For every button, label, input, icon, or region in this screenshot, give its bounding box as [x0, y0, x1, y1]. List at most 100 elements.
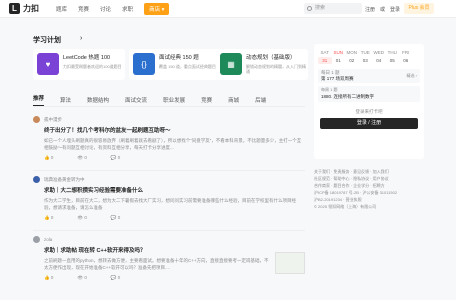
- checkin-note: 登录来打卡吧: [355, 109, 383, 114]
- study-plan-card-top150[interactable]: {} 面试经典 150 题 覆盖 150 道，重点面试经典题目: [129, 49, 221, 80]
- post-stats: 👍 0 👁 0 💬 0: [44, 275, 305, 281]
- tab-store[interactable]: 商城: [228, 96, 239, 104]
- nav-item-discuss[interactable]: 讨论: [100, 5, 111, 13]
- plan-name: 面试经典 150 题: [159, 55, 199, 61]
- tab-contest[interactable]: 竞赛: [201, 96, 212, 104]
- calendar-day[interactable]: 06: [399, 57, 413, 64]
- study-plan-card-hot100[interactable]: ♥ LeetCode 热题 100 力扣最受刷题者欢迎的100道题目: [33, 49, 125, 80]
- comment-icon[interactable]: 💬 0: [111, 155, 132, 161]
- view-icon: 👁 0: [77, 215, 87, 220]
- main-nav: 题库 竞赛 讨论 求职 商店 ▾: [56, 0, 180, 18]
- weekday: SAT: [320, 50, 329, 55]
- login-link[interactable]: 登录: [390, 6, 400, 13]
- heart-icon: ♥: [37, 53, 59, 75]
- plan-desc: 力扣最受刷题者欢迎的100道题目: [63, 64, 122, 69]
- auth-links: 注册 或 登录: [365, 0, 405, 18]
- daily-problem-card[interactable]: 每日 1 题 第 177 场双周赛 精选 ›: [318, 69, 420, 83]
- view-icon: 👁 0: [77, 155, 87, 160]
- tab-algorithm[interactable]: 算法: [60, 96, 71, 104]
- login-button[interactable]: 登录 / 注册: [320, 118, 418, 129]
- post-divider: [33, 170, 305, 171]
- tab-recommend[interactable]: 推荐: [33, 94, 45, 106]
- avatar[interactable]: [33, 236, 40, 243]
- post-author[interactable]: 孤中漫步: [44, 117, 62, 123]
- register-link[interactable]: 注册: [365, 6, 375, 13]
- footer-line[interactable]: 社区规范 · 帮助中心 · 隐私协议 · 用户协议: [314, 175, 424, 182]
- search-icon: [307, 6, 312, 11]
- search-input[interactable]: 搜索: [304, 3, 362, 14]
- plan-name: 动态规划（基础版）: [246, 55, 296, 61]
- post-body: 如已一个人埋头刷题真的很容易放弃（刷着刷着就去看剧了），所以想找个“同盘学友”，…: [44, 138, 302, 150]
- post-stats: 👍 0 👁 0 💬 0: [44, 155, 305, 161]
- avatar[interactable]: [33, 176, 40, 183]
- weekday: MON: [346, 50, 358, 55]
- post-thumbnail[interactable]: [275, 252, 305, 274]
- comment-icon[interactable]: 💬 0: [111, 215, 132, 221]
- chevron-right-icon[interactable]: ›: [80, 35, 82, 42]
- calendar-day[interactable]: 01: [332, 57, 346, 64]
- footer-line: 沪ICP备 18019787 号-2B · 沪公安备 31011502: [314, 190, 398, 195]
- daily-checkin-panel: SAT SUN MON TUE WED THU FRI 31 01 02 03 …: [314, 44, 424, 159]
- top-navigation-bar: L 力扣 题库 竞赛 讨论 求职 商店 ▾ 搜索 注册 或 登录 Plus 会员: [0, 0, 456, 18]
- calendar-day[interactable]: 31: [318, 57, 332, 64]
- view-icon: 👁 0: [77, 275, 87, 280]
- logo-text: 力扣: [23, 4, 39, 13]
- nav-item-problems[interactable]: 题库: [56, 5, 67, 13]
- post-body: 之前刷题一直用的python，想转去做方便，主要看面试。想要准备十年的C++方向…: [44, 258, 269, 270]
- like-icon[interactable]: 👍 0: [44, 155, 65, 161]
- list-item[interactable]: zola 求助｜求助帖 现在转 C++软开来得及吗？ 之前刷题一直用的pytho…: [33, 236, 305, 281]
- list-item[interactable]: 瑞典准备黄金转为中 求助｜大二想积攒实习经验需要准备什么 作为大二学生，目前在大…: [33, 176, 305, 221]
- calendar-day[interactable]: 03: [359, 57, 373, 64]
- daily-link[interactable]: 精选 ›: [407, 73, 417, 79]
- post-body: 作为大二学生，目前在大二，想为大二下暑假去找大厂实习，想问问实习前需要准备哪些什…: [44, 198, 296, 210]
- feed-tabs: 推荐 算法 数据结构 面试交流 职业发展 竞赛 商城 后端: [33, 94, 282, 106]
- daily-problem[interactable]: 第 177 场双周赛: [321, 76, 354, 82]
- post-author[interactable]: 瑞典准备黄金转为中: [44, 177, 85, 183]
- comment-icon[interactable]: 💬 0: [111, 275, 132, 281]
- like-icon[interactable]: 👍 0: [44, 215, 65, 221]
- tab-interview[interactable]: 面试交流: [125, 96, 147, 104]
- plan-name: LeetCode 热题 100: [63, 55, 111, 61]
- plus-member-button[interactable]: Plus 会员: [404, 3, 434, 14]
- tab-career[interactable]: 职业发展: [163, 96, 185, 104]
- footer-line: © 2025 领扣网络（上海）有限公司: [314, 204, 377, 209]
- nav-item-store[interactable]: 商店 ▾: [144, 3, 170, 15]
- search-placeholder: 搜索: [315, 5, 326, 11]
- calendar-day[interactable]: 05: [386, 57, 400, 64]
- weekly-problem-card[interactable]: 每周 1 题 1880. 连接所有二进制数字: [318, 86, 420, 102]
- calendar-day[interactable]: 02: [345, 57, 359, 64]
- calendar-weekdays: SAT SUN MON TUE WED THU FRI: [318, 50, 424, 55]
- post-title[interactable]: 求助｜求助帖 现在转 C++软开来得及吗？: [44, 246, 305, 254]
- weekday: WED: [373, 50, 385, 55]
- nav-item-contest[interactable]: 竞赛: [78, 5, 89, 13]
- like-icon[interactable]: 👍 0: [44, 275, 65, 281]
- plan-desc: 解锁动态规划的精髓，从入门到精通: [246, 64, 306, 74]
- weekday: SUN: [333, 50, 343, 55]
- weekday: THU: [387, 50, 397, 55]
- tab-data-structure[interactable]: 数据结构: [87, 96, 109, 104]
- study-plan-card-dp[interactable]: ▦ 动态规划（基础版） 解锁动态规划的精髓，从入门到精通: [216, 49, 308, 80]
- post-title[interactable]: 终于出分了！找几个考科尔的盆友一起刷题互助呀～: [44, 126, 305, 134]
- weekday: FRI: [402, 50, 410, 55]
- study-plan-title[interactable]: 学习计划: [33, 35, 61, 45]
- footer-line: 沪B2-20191234 · 营业执照: [314, 197, 362, 202]
- code-icon: {}: [133, 53, 155, 75]
- logo[interactable]: L 力扣: [9, 3, 39, 14]
- weekly-title: 每周 1 题: [321, 87, 338, 92]
- calendar-days: 31 01 02 03 04 05 06: [318, 57, 424, 64]
- or-text: 或: [380, 6, 386, 13]
- tab-backend[interactable]: 后端: [255, 96, 266, 104]
- logo-mark: L: [9, 3, 20, 14]
- footer-line[interactable]: 合作商家 · 题目合作 · 企业学分 · 招聘方: [314, 182, 424, 189]
- weekday: TUE: [360, 50, 370, 55]
- post-stats: 👍 0 👁 0 💬 0: [44, 215, 305, 221]
- list-item[interactable]: 孤中漫步 终于出分了！找几个考科尔的盆友一起刷题互助呀～ 如已一个人埋头刷题真的…: [33, 116, 305, 161]
- calendar-day[interactable]: 04: [372, 57, 386, 64]
- footer-line[interactable]: 关于我们 · 免责服务 · 意见反馈 · 加入我们: [314, 168, 424, 175]
- avatar[interactable]: [33, 116, 40, 123]
- weekly-problem[interactable]: 1880. 连接所有二进制数字: [321, 94, 374, 100]
- post-author[interactable]: zola: [44, 237, 52, 242]
- post-title[interactable]: 求助｜大二想积攒实习经验需要准备什么: [44, 186, 305, 194]
- plan-desc: 覆盖 150 道，重点面试经典题目: [159, 64, 216, 69]
- nav-item-jobs[interactable]: 求职: [122, 5, 133, 13]
